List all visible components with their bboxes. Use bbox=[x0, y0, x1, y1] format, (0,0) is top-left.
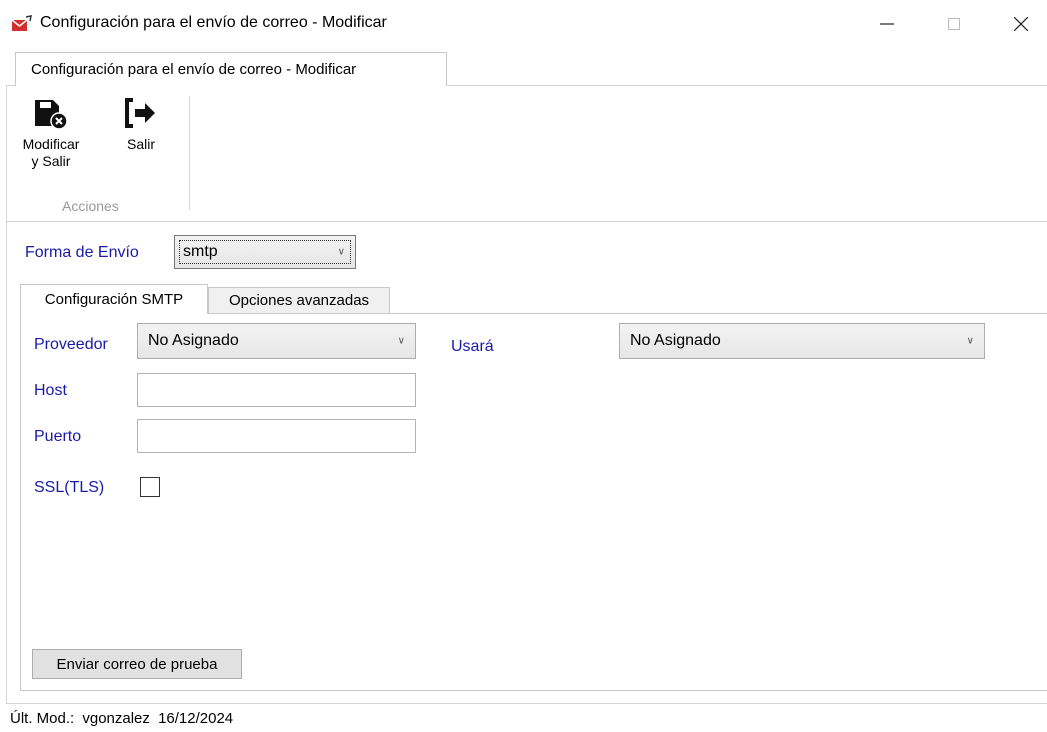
status-bar: Últ. Mod.: vgonzalez 16/12/2024 bbox=[10, 710, 237, 727]
ssl-checkbox[interactable] bbox=[140, 477, 160, 497]
proveedor-value: No Asignado bbox=[148, 332, 239, 349]
maximize-button[interactable] bbox=[926, 0, 982, 48]
usara-select[interactable]: No Asignado ∨ bbox=[619, 323, 985, 359]
ribbon-group-label: Acciones bbox=[62, 198, 119, 214]
status-user: vgonzalez bbox=[82, 710, 150, 727]
send-test-email-button[interactable]: Enviar correo de prueba bbox=[32, 649, 242, 679]
host-label: Host bbox=[34, 382, 67, 399]
proveedor-label: Proveedor bbox=[34, 336, 108, 353]
save-close-icon bbox=[35, 100, 68, 130]
chevron-down-icon: ∨ bbox=[966, 335, 974, 347]
usara-label: Usará bbox=[451, 338, 494, 355]
window-title: Configuración para el envío de correo - … bbox=[40, 14, 387, 31]
ribbon-tab-main[interactable]: Configuración para el envío de correo - … bbox=[15, 52, 447, 86]
modify-and-exit-label: Modificar y Salir bbox=[22, 136, 80, 169]
status-divider bbox=[6, 703, 1047, 704]
exit-label: Salir bbox=[126, 136, 155, 152]
title-bar: Configuración para el envío de correo - … bbox=[0, 0, 1047, 48]
ribbon-group-separator bbox=[189, 96, 190, 210]
minimize-button[interactable] bbox=[859, 0, 915, 48]
status-label: Últ. Mod.: bbox=[10, 710, 75, 727]
tab-advanced[interactable]: Opciones avanzadas bbox=[208, 287, 390, 314]
exit-icon bbox=[125, 98, 155, 128]
usara-value: No Asignado bbox=[630, 332, 721, 349]
minimize-icon bbox=[880, 23, 894, 25]
forma-envio-select[interactable]: smtp ∨ bbox=[174, 235, 356, 269]
puerto-label: Puerto bbox=[34, 428, 82, 445]
chevron-down-icon: ∨ bbox=[397, 335, 405, 347]
close-icon bbox=[1014, 17, 1028, 31]
puerto-input[interactable] bbox=[137, 419, 416, 453]
host-input[interactable] bbox=[137, 373, 416, 407]
tab-panel-smtp bbox=[20, 313, 1047, 691]
tab-smtp[interactable]: Configuración SMTP bbox=[20, 284, 208, 314]
status-date: 16/12/2024 bbox=[158, 710, 234, 727]
forma-envio-label: Forma de Envío bbox=[25, 244, 139, 261]
maximize-icon bbox=[948, 18, 960, 30]
ssl-label: SSL(TLS) bbox=[34, 479, 105, 496]
ribbon-panel: Modificar y Salir Salir Acciones bbox=[6, 86, 1047, 222]
exit-button[interactable]: Salir bbox=[119, 96, 163, 153]
chevron-down-icon: ∨ bbox=[337, 246, 345, 258]
proveedor-select[interactable]: No Asignado ∨ bbox=[137, 323, 416, 359]
app-envelope-icon bbox=[11, 15, 32, 31]
modify-and-exit-button[interactable]: Modificar y Salir bbox=[21, 96, 81, 170]
close-button[interactable] bbox=[993, 0, 1047, 48]
